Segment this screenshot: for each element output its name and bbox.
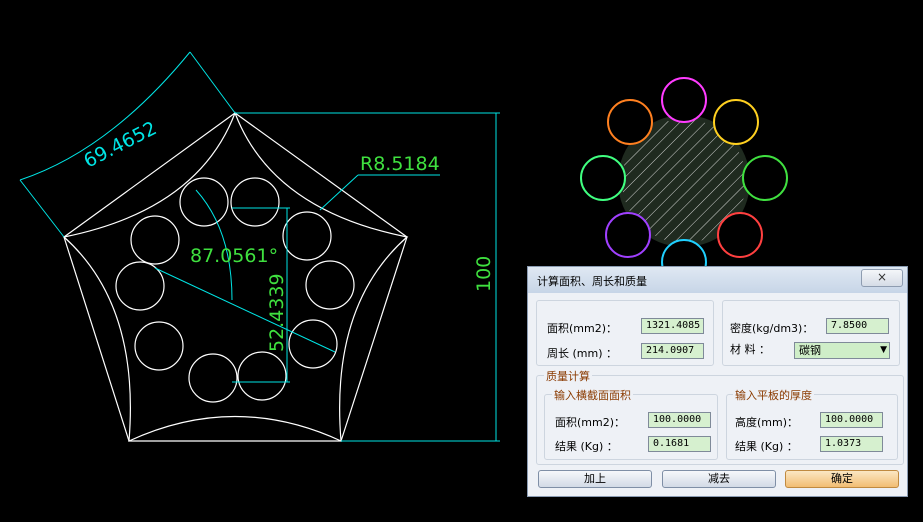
cross-result-field[interactable]: 0.1681 <box>648 436 711 452</box>
plate-group-label: 输入平板的厚度 <box>733 387 814 403</box>
close-button[interactable]: × <box>861 269 903 287</box>
material-select[interactable]: 碳钢 ▼ <box>794 342 890 359</box>
dim-diagonal: 52.4339 <box>266 273 288 352</box>
dialog-titlebar: 计算面积、周长和质量 × <box>528 267 907 293</box>
circle-ring <box>115 177 355 403</box>
cross-section-group-label: 输入横截面面积 <box>552 387 633 403</box>
plate-height-label: 高度(mm)： <box>735 416 799 429</box>
cross-area-label: 面积(mm2)： <box>555 416 626 429</box>
material-value: 碳钢 <box>799 344 821 357</box>
ok-button[interactable]: 确定 <box>785 470 899 488</box>
close-icon: × <box>876 270 888 284</box>
pentagon-outline <box>63 112 408 442</box>
calc-dialog: 计算面积、周长和质量 × 面积(mm2)： 1321.4085 周长 (mm) … <box>527 266 908 497</box>
dialog-title: 计算面积、周长和质量 <box>537 275 647 288</box>
add-button[interactable]: 加上 <box>538 470 652 488</box>
material-label: 材 料 ： <box>730 343 770 356</box>
perimeter-label: 周长 (mm) ： <box>547 347 618 360</box>
area-label: 面积(mm2)： <box>547 322 618 335</box>
hatched-gear-shape <box>580 77 788 285</box>
subtract-button[interactable]: 减去 <box>662 470 776 488</box>
plate-result-label: 结果 (Kg) ： <box>735 440 798 453</box>
plate-height-field[interactable]: 100.0000 <box>820 412 883 428</box>
dim-arc-length: 69.4652 <box>80 117 160 172</box>
dim-angle: 87.0561° <box>190 245 278 267</box>
area-field[interactable]: 1321.4085 <box>641 318 704 334</box>
plate-result-field[interactable]: 1.0373 <box>820 436 883 452</box>
perimeter-field[interactable]: 214.0907 <box>641 343 704 359</box>
chevron-down-icon: ▼ <box>880 345 887 355</box>
cross-area-field[interactable]: 100.0000 <box>648 412 711 428</box>
concave-star-shape <box>62 111 409 442</box>
dim-radius: R8.5184 <box>360 153 440 175</box>
density-field[interactable]: 7.8500 <box>826 318 889 334</box>
cross-result-label: 结果 (Kg) ： <box>555 440 618 453</box>
density-label: 密度(kg/dm3)： <box>730 322 814 335</box>
mass-group-label: 质量计算 <box>544 368 592 384</box>
dim-height: 100 <box>473 256 495 292</box>
